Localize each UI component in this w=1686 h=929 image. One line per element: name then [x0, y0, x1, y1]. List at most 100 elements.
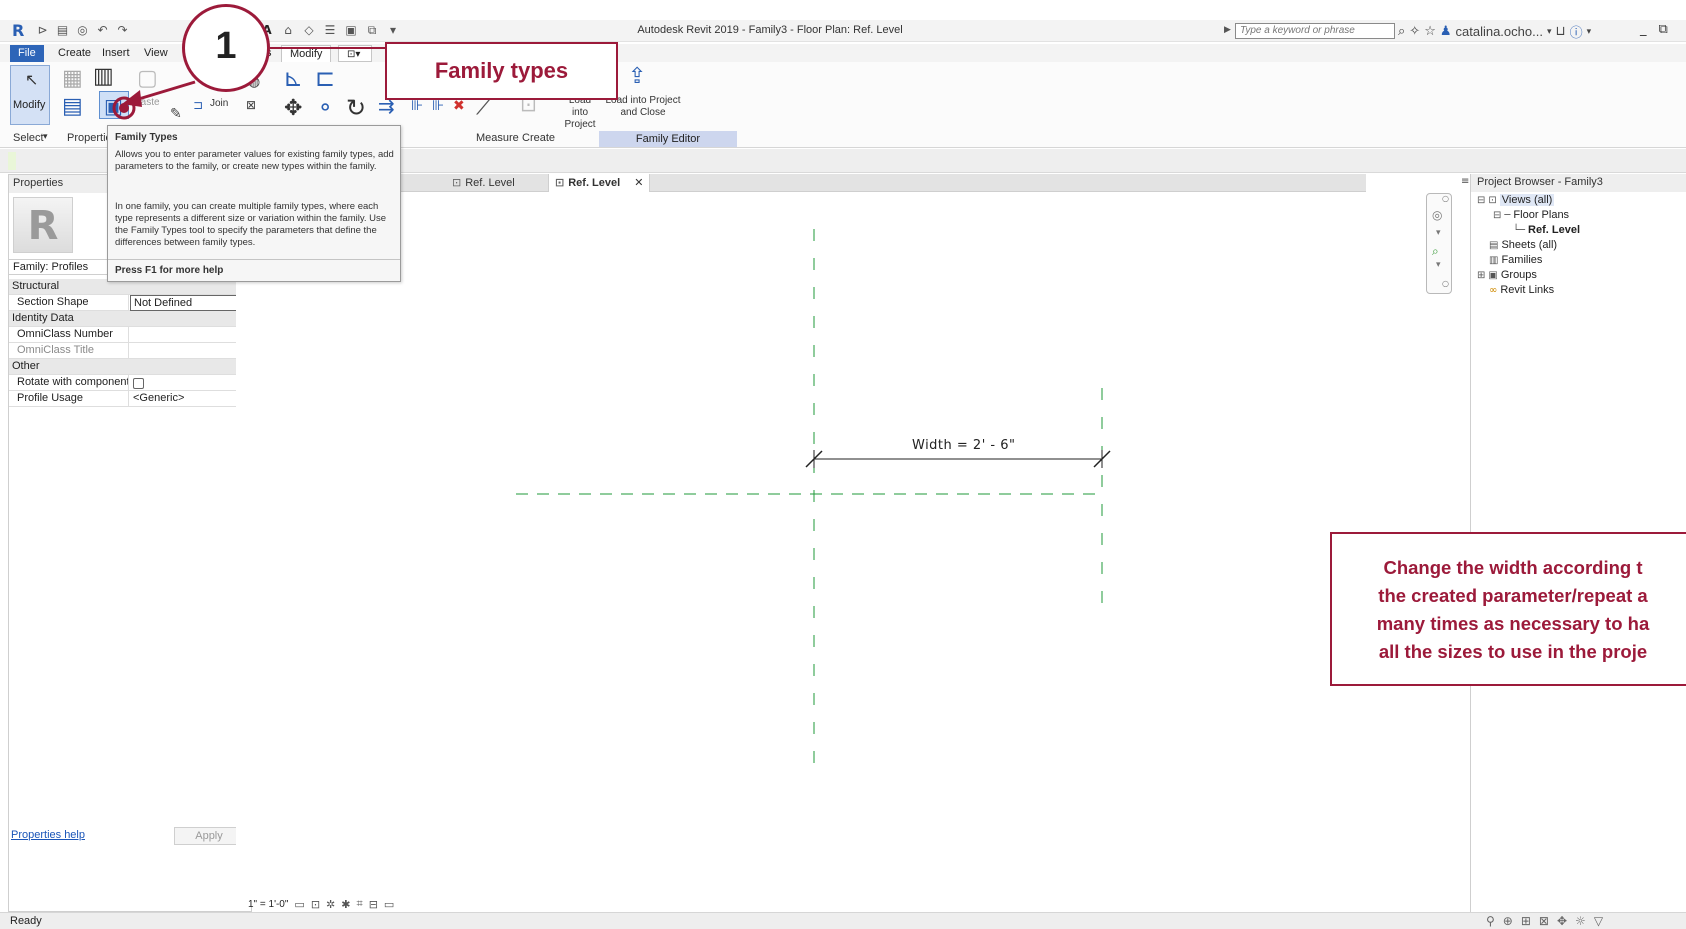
help-icon[interactable]: ⓘ	[1570, 22, 1583, 41]
array-icon[interactable]: ⊪	[432, 98, 444, 114]
property-value[interactable]: <Generic>	[130, 391, 251, 407]
3d-view-icon[interactable]: ⌂	[279, 22, 297, 39]
navbar-close-icon[interactable]: ○	[1442, 194, 1449, 203]
sync-icon[interactable]: ◎	[74, 22, 91, 39]
switch-windows-icon[interactable]: ⧉	[363, 22, 381, 39]
tab-file[interactable]: File	[10, 45, 44, 62]
user-dropdown-icon[interactable]: ▾	[1547, 27, 1552, 37]
show-crop-icon[interactable]: ⊟	[369, 898, 378, 911]
browser-menu-icon[interactable]: ≡	[1461, 176, 1469, 187]
tab-insert[interactable]: Insert	[94, 45, 138, 62]
collapse-toggle-icon[interactable]: ⊟	[1477, 195, 1485, 206]
tree-item-sheets[interactable]: ▤ Sheets (all)	[1489, 239, 1557, 251]
zoom-icon[interactable]: ⌕	[1432, 244, 1439, 259]
save-icon[interactable]: ▤	[54, 22, 71, 39]
property-value[interactable]	[130, 327, 251, 343]
property-row[interactable]: Section Shape Not Defined	[9, 295, 251, 311]
user-name[interactable]: catalina.ocho...	[1456, 24, 1543, 39]
modify-button[interactable]: ↖ Modify	[10, 65, 50, 125]
wall-joins-icon[interactable]: ⊠	[246, 98, 256, 112]
crop-view-icon[interactable]: ⌗	[356, 897, 362, 911]
tree-item-floor-plans[interactable]: ⊟ ─ Floor Plans	[1493, 209, 1569, 221]
steering-wheel-icon[interactable]: ◎	[1432, 208, 1442, 222]
apply-button[interactable]: Apply	[174, 827, 244, 845]
select-pinned-icon[interactable]: ⊞	[1521, 914, 1531, 928]
drag-elements-icon[interactable]: ✥	[1557, 914, 1567, 928]
type-selector-image[interactable]: R	[13, 197, 73, 253]
property-value[interactable]	[130, 343, 251, 359]
filter-icon[interactable]: ▽	[1594, 914, 1603, 928]
binoculars-icon[interactable]: ⌕	[1398, 24, 1405, 39]
family-category-icon[interactable]: ▥	[93, 64, 114, 89]
tree-item-ref-level[interactable]: └─ Ref. Level	[1513, 224, 1580, 236]
background-processes-icon[interactable]: ☼	[1575, 914, 1586, 928]
tree-item-families[interactable]: ▥ Families	[1489, 254, 1542, 266]
thin-lines-icon[interactable]: ☰	[321, 22, 339, 39]
tree-item-revit-links[interactable]: ∞ Revit Links	[1489, 284, 1554, 296]
properties-help-link[interactable]: Properties help	[11, 829, 85, 841]
search-expand-icon[interactable]: ▶	[1224, 24, 1231, 35]
select-dropdown-icon[interactable]: ▾	[43, 132, 48, 142]
tab-view[interactable]: View	[136, 45, 176, 62]
view-tab-active[interactable]: ⊡ Ref. Level ✕	[548, 174, 651, 192]
tab-modify[interactable]: Modify	[281, 45, 332, 62]
split-icon[interactable]: ⊪	[411, 98, 423, 114]
property-row[interactable]: Profile Usage <Generic>	[9, 391, 251, 407]
paste-icon[interactable]: ▢	[137, 66, 158, 91]
move-icon[interactable]: ✥	[284, 96, 302, 121]
dimension-label[interactable]: Width = 2' - 6"	[912, 438, 1015, 453]
group-other[interactable]: Other⌃	[9, 359, 251, 375]
property-value[interactable]	[130, 375, 251, 391]
properties-icon[interactable]: ▤	[62, 94, 83, 119]
select-links-icon[interactable]: ⚲	[1486, 914, 1495, 928]
tree-item-groups[interactable]: ⊞ ▣ Groups	[1477, 269, 1537, 281]
view-tab-inactive[interactable]: ⊡ Ref. Level	[446, 174, 521, 192]
collapse-toggle-icon[interactable]: ⊟	[1493, 210, 1501, 221]
drawing-canvas[interactable]: Width = 2' - 6"	[236, 192, 1366, 906]
type-properties-icon[interactable]: ▦	[62, 66, 83, 91]
qat-dropdown-icon[interactable]: ▾	[384, 22, 402, 39]
wheel-dropdown-icon[interactable]: ▾	[1436, 228, 1441, 238]
copy-icon[interactable]: ⚬	[316, 96, 334, 121]
restore-icon[interactable]: ⧉	[1659, 22, 1668, 37]
property-value[interactable]: Not Defined	[130, 295, 251, 311]
help-dropdown-icon[interactable]: ▾	[1587, 27, 1592, 37]
join-icon[interactable]: ⊐	[193, 98, 203, 112]
load-into-project-button[interactable]: Load into Project	[560, 95, 600, 131]
cart-icon[interactable]: ⊔	[1555, 24, 1565, 39]
user-icon[interactable]: ♟	[1440, 24, 1452, 39]
temporary-hide-icon[interactable]: ▭	[384, 898, 394, 911]
section-icon[interactable]: ◇	[300, 22, 318, 39]
group-identity-data[interactable]: Identity Data⌃	[9, 311, 251, 327]
panel-select[interactable]: Select	[13, 132, 44, 144]
minimize-icon[interactable]: _	[1640, 22, 1647, 37]
navbar-options-icon[interactable]: ○	[1442, 279, 1449, 288]
align-icon[interactable]: ⊾	[283, 64, 303, 92]
rotate-icon[interactable]: ↻	[346, 94, 366, 122]
redo-icon[interactable]: ↷	[114, 22, 131, 39]
delete-icon[interactable]: ✖	[453, 98, 465, 114]
close-tab-icon[interactable]: ✕	[634, 176, 643, 189]
tree-item-views[interactable]: ⊟ ⊡ Views (all)	[1477, 194, 1555, 206]
property-row[interactable]: Rotate with component	[9, 375, 251, 391]
search-input[interactable]: Type a keyword or phrase	[1235, 23, 1395, 39]
sun-path-icon[interactable]: ✲	[326, 898, 335, 911]
select-by-face-icon[interactable]: ⊠	[1539, 914, 1549, 928]
offset-icon[interactable]: ⊏	[315, 64, 335, 92]
revit-logo-icon[interactable]: R	[12, 21, 28, 40]
favorites-star-icon[interactable]: ☆	[1424, 24, 1436, 39]
load-into-project-close-icon[interactable]: ⇪	[628, 64, 646, 89]
detail-level-icon[interactable]: ▭	[294, 898, 304, 911]
join-label[interactable]: Join	[210, 98, 228, 109]
zoom-dropdown-icon[interactable]: ▾	[1436, 260, 1441, 270]
shadows-icon[interactable]: ✱	[341, 898, 350, 911]
scale-selector[interactable]: 1" = 1'-0"	[248, 899, 288, 910]
visual-style-icon[interactable]: ⊡	[311, 898, 320, 911]
open-icon[interactable]: ⊳	[34, 22, 51, 39]
property-row[interactable]: OmniClass Title	[9, 343, 251, 359]
match-properties-icon[interactable]: ✎	[170, 106, 182, 122]
property-row[interactable]: OmniClass Number	[9, 327, 251, 343]
communication-icon[interactable]: ✧	[1409, 24, 1420, 39]
expand-toggle-icon[interactable]: ⊞	[1477, 270, 1485, 281]
close-hidden-icon[interactable]: ▣	[342, 22, 360, 39]
